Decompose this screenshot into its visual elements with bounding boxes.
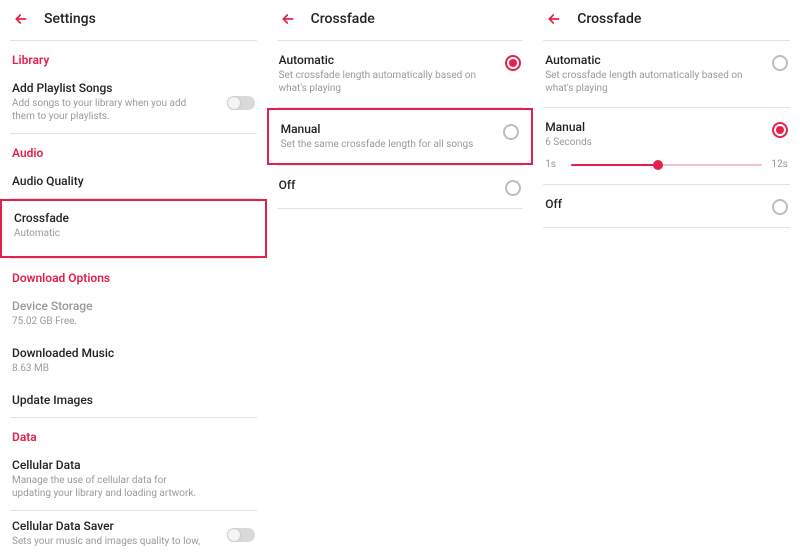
option-off[interactable]: Off — [267, 166, 534, 208]
toggle-add-playlist[interactable] — [227, 96, 255, 110]
option-title: Automatic — [545, 53, 764, 67]
page-title: Crossfade — [577, 11, 641, 27]
row-subtitle: Automatic — [14, 227, 204, 240]
row-subtitle: Add songs to your library when you add t… — [12, 97, 202, 123]
radio-automatic[interactable] — [772, 55, 788, 71]
row-update-images[interactable]: Update Images — [0, 385, 267, 417]
radio-manual[interactable] — [503, 124, 519, 140]
row-title: Cellular Data — [12, 458, 255, 472]
option-subtitle: Set crossfade length automatically based… — [279, 69, 498, 95]
back-arrow-icon[interactable] — [277, 8, 299, 30]
crossfade-panel-a: Crossfade Automatic Set crossfade length… — [267, 0, 534, 531]
divider — [277, 208, 524, 209]
back-arrow-icon[interactable] — [10, 8, 32, 30]
row-title: Audio Quality — [12, 174, 255, 188]
header: Crossfade — [533, 0, 800, 40]
crossfade-slider[interactable] — [571, 164, 762, 166]
option-subtitle: Set crossfade length automatically based… — [545, 69, 764, 95]
slider-max-label: 12s — [770, 159, 788, 170]
option-title: Manual — [281, 122, 496, 136]
row-subtitle: Manage the use of cellular data for upda… — [12, 474, 202, 500]
slider-min-label: 1s — [545, 159, 563, 170]
settings-panel: Settings Library Add Playlist Songs Add … — [0, 0, 267, 531]
option-automatic[interactable]: Automatic Set crossfade length automatic… — [267, 41, 534, 107]
option-subtitle: 6 Seconds — [545, 136, 764, 149]
row-title: Device Storage — [12, 299, 255, 313]
section-data: Data — [0, 418, 267, 450]
option-title: Off — [545, 197, 764, 211]
header: Crossfade — [267, 0, 534, 40]
row-title: Downloaded Music — [12, 346, 255, 360]
row-downloaded-music[interactable]: Downloaded Music 8.63 MB — [0, 338, 267, 385]
row-device-storage[interactable]: Device Storage 75.02 GB Free. — [0, 291, 267, 338]
toggle-data-saver[interactable] — [227, 528, 255, 542]
row-title: Update Images — [12, 393, 255, 407]
back-arrow-icon[interactable] — [543, 8, 565, 30]
slider-thumb-icon[interactable] — [653, 160, 663, 170]
row-cellular-data-saver[interactable]: Cellular Data Saver Sets your music and … — [0, 511, 267, 558]
option-off[interactable]: Off — [533, 185, 800, 227]
option-title: Manual — [545, 120, 764, 134]
radio-automatic[interactable] — [505, 55, 521, 71]
section-library: Library — [0, 41, 267, 73]
row-crossfade[interactable]: Crossfade Automatic — [0, 199, 267, 258]
page-title: Settings — [44, 11, 96, 27]
option-automatic[interactable]: Automatic Set crossfade length automatic… — [533, 41, 800, 107]
option-title: Automatic — [279, 53, 498, 67]
page-title: Crossfade — [311, 11, 375, 27]
row-subtitle: Sets your music and images quality to lo… — [12, 535, 202, 548]
row-audio-quality[interactable]: Audio Quality — [0, 166, 267, 198]
row-add-playlist-songs[interactable]: Add Playlist Songs Add songs to your lib… — [0, 73, 267, 133]
crossfade-panel-b: Crossfade Automatic Set crossfade length… — [533, 0, 800, 531]
row-title: Add Playlist Songs — [12, 81, 255, 95]
option-manual[interactable]: Manual 6 Seconds — [533, 108, 800, 153]
option-subtitle: Set the same crossfade length for all so… — [281, 138, 496, 151]
radio-manual[interactable] — [772, 122, 788, 138]
row-cellular-data[interactable]: Cellular Data Manage the use of cellular… — [0, 450, 267, 510]
row-title: Crossfade — [14, 211, 253, 225]
divider — [543, 227, 790, 228]
radio-off[interactable] — [772, 199, 788, 215]
header: Settings — [0, 0, 267, 40]
crossfade-slider-row: 1s 12s — [533, 153, 800, 184]
section-download: Download Options — [0, 259, 267, 291]
row-subtitle: 75.02 GB Free. — [12, 315, 202, 328]
row-subtitle: 8.63 MB — [12, 362, 202, 375]
radio-off[interactable] — [505, 180, 521, 196]
section-audio: Audio — [0, 134, 267, 166]
option-manual[interactable]: Manual Set the same crossfade length for… — [267, 108, 534, 165]
option-title: Off — [279, 178, 498, 192]
